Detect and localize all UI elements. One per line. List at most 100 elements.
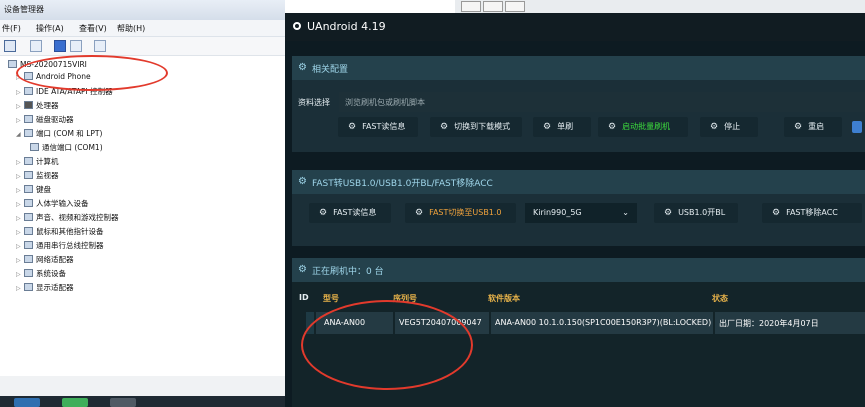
expand-icon[interactable]: ▷	[16, 117, 24, 124]
update-driver-icon[interactable]	[70, 40, 82, 52]
expand-icon[interactable]: ▷	[16, 201, 24, 208]
tree-system[interactable]: ▷ 系统设备	[16, 268, 66, 280]
uandroid-window: UAndroid 4.19 ⚙ 相关配置 资料选择 浏览刷机包或刷机脚本 ⚙ FA…	[285, 13, 865, 407]
menu-file[interactable]: 件(F)	[2, 23, 21, 34]
chevron-down-icon: ⌄	[622, 208, 629, 217]
reboot-button[interactable]: ⚙ 重启	[784, 117, 842, 137]
annotation-circle-android	[16, 55, 168, 91]
switch-download-mode-button[interactable]: ⚙ 切换到下载模式	[430, 117, 522, 137]
fast-switch-usb-button[interactable]: ⚙ FAST切换至USB1.0	[405, 203, 516, 223]
chip-select-value: Kirin990_5G	[533, 208, 582, 217]
expand-icon[interactable]: ▷	[16, 187, 24, 194]
device-manager-titlebar: 设备管理器	[0, 0, 285, 20]
app-title: UAndroid 4.19	[307, 20, 386, 33]
single-flash-button[interactable]: ⚙ 单刷	[533, 117, 591, 137]
tree-com1[interactable]: 通信端口 (COM1)	[30, 142, 103, 154]
config-panel: ⚙ 相关配置 资料选择 浏览刷机包或刷机脚本 ⚙ FAST读信息 ⚙ 切换到下载模式…	[292, 56, 865, 152]
checkbox[interactable]	[852, 121, 862, 133]
app-icon[interactable]	[62, 398, 88, 407]
taskbar	[0, 376, 290, 407]
expand-icon[interactable]: ▷	[16, 271, 24, 278]
gear-icon: ⚙	[608, 122, 617, 132]
row-software: ANA-AN00 10.1.0.150(SP1C00E150R3P7)(BL:L…	[495, 318, 712, 327]
computer-icon	[24, 157, 33, 165]
uandroid-titlebar: UAndroid 4.19	[285, 13, 865, 41]
tree-computer-node[interactable]: ▷ 计算机	[16, 156, 59, 168]
tree-ports[interactable]: ◢ 端口 (COM 和 LPT)	[16, 128, 102, 140]
file-path-placeholder: 浏览刷机包或刷机脚本	[345, 98, 425, 107]
tree-sound[interactable]: ▷ 声音、视频和游戏控制器	[16, 212, 119, 224]
column-software: 软件版本	[488, 294, 520, 303]
expand-icon[interactable]: ▷	[16, 243, 24, 250]
row-status: 出厂日期：2020年4月07日	[719, 319, 819, 328]
row-status-cell: 出厂日期：2020年4月07日	[715, 312, 865, 334]
tree-hid[interactable]: ▷ 人体学输入设备	[16, 198, 89, 210]
menu-bar: 件(F) 操作(A) 查看(V) 帮助(H)	[0, 20, 285, 37]
flashing-panel-header: ⚙ 正在刷机中：0 台	[292, 258, 865, 282]
expand-icon[interactable]: ▷	[16, 159, 24, 166]
column-model: 型号	[323, 294, 339, 303]
usb-unlock-bl-button[interactable]: ⚙ USB1.0开BL	[654, 203, 738, 223]
expand-icon[interactable]: ▷	[16, 89, 24, 96]
system-icon	[24, 269, 33, 277]
start-icon[interactable]	[14, 398, 40, 407]
file-path-input[interactable]: 浏览刷机包或刷机脚本	[339, 92, 865, 112]
menu-action[interactable]: 操作(A)	[36, 23, 64, 34]
close-icon[interactable]	[505, 1, 525, 12]
tree-network[interactable]: ▷ 网络适配器	[16, 254, 74, 266]
display-icon	[24, 283, 33, 291]
fast-remove-acc-button[interactable]: ⚙ FAST移除ACC	[762, 203, 862, 223]
back-icon[interactable]	[4, 40, 16, 52]
column-status: 状态	[712, 294, 728, 303]
expand-icon[interactable]: ▷	[16, 257, 24, 264]
network-icon	[24, 255, 33, 263]
background-window-titlebar	[455, 0, 865, 14]
tree-disk[interactable]: ▷ 磁盘驱动器	[16, 114, 74, 126]
expand-icon[interactable]: ▷	[16, 285, 24, 292]
device-manager-window: 设备管理器 件(F) 操作(A) 查看(V) 帮助(H) MS-20200715…	[0, 0, 285, 407]
chip-select[interactable]: Kirin990_5G ⌄	[525, 203, 637, 223]
tree-processor[interactable]: ▷ 处理器	[16, 100, 59, 112]
stop-button[interactable]: ⚙ 停止	[700, 117, 758, 137]
fast-read-info-button-2[interactable]: ⚙ FAST读信息	[309, 203, 391, 223]
expand-icon[interactable]: ▷	[16, 173, 24, 180]
expand-icon[interactable]: ▷	[16, 215, 24, 222]
tree-keyboard[interactable]: ▷ 键盘	[16, 184, 51, 196]
start-batch-flash-button[interactable]: ⚙ 启动批量刷机	[598, 117, 688, 137]
gear-icon: ⚙	[794, 122, 803, 132]
speaker-icon	[24, 213, 33, 221]
annotation-circle-device	[301, 300, 473, 390]
gear-icon: ⚙	[772, 208, 781, 218]
app-icon[interactable]	[110, 398, 136, 407]
config-panel-title: 相关配置	[312, 65, 349, 75]
tree-monitor[interactable]: ▷ 监视器	[16, 170, 59, 182]
menu-help[interactable]: 帮助(H)	[117, 23, 145, 34]
scan-hardware-icon[interactable]	[94, 40, 106, 52]
device-manager-toolbar	[0, 37, 285, 56]
fast-read-info-button[interactable]: ⚙ FAST读信息	[338, 117, 418, 137]
usb-icon	[24, 241, 33, 249]
processor-icon	[24, 101, 33, 109]
maximize-icon[interactable]	[483, 1, 503, 12]
fast-usb-panel: ⚙ FAST转USB1.0/USB1.0开BL/FAST移除ACC ⚙ FAST读…	[292, 170, 865, 246]
fast-usb-panel-header: ⚙ FAST转USB1.0/USB1.0开BL/FAST移除ACC	[292, 170, 865, 194]
gear-icon: ⚙	[664, 208, 673, 218]
gear-icon: ⚙	[319, 208, 328, 218]
tree-usb[interactable]: ▷ 通用串行总线控制器	[16, 240, 104, 252]
column-id: ID	[299, 293, 309, 302]
expand-icon[interactable]: ▷	[16, 103, 24, 110]
collapse-icon[interactable]: ◢	[16, 131, 24, 138]
properties-icon[interactable]	[30, 40, 42, 52]
minimize-icon[interactable]	[461, 1, 481, 12]
tree-display[interactable]: ▷ 显示适配器	[16, 282, 74, 294]
help-icon[interactable]	[54, 40, 66, 52]
gear-icon: ⚙	[298, 176, 307, 187]
expand-icon[interactable]: ▷	[16, 229, 24, 236]
hid-icon	[24, 199, 33, 207]
config-panel-header: ⚙ 相关配置	[292, 56, 865, 80]
gear-icon: ⚙	[440, 122, 449, 132]
app-logo-icon	[293, 22, 301, 30]
tree-mouse[interactable]: ▷ 鼠标和其他指针设备	[16, 226, 104, 238]
taskbar-bar	[0, 396, 290, 407]
menu-view[interactable]: 查看(V)	[79, 23, 107, 34]
